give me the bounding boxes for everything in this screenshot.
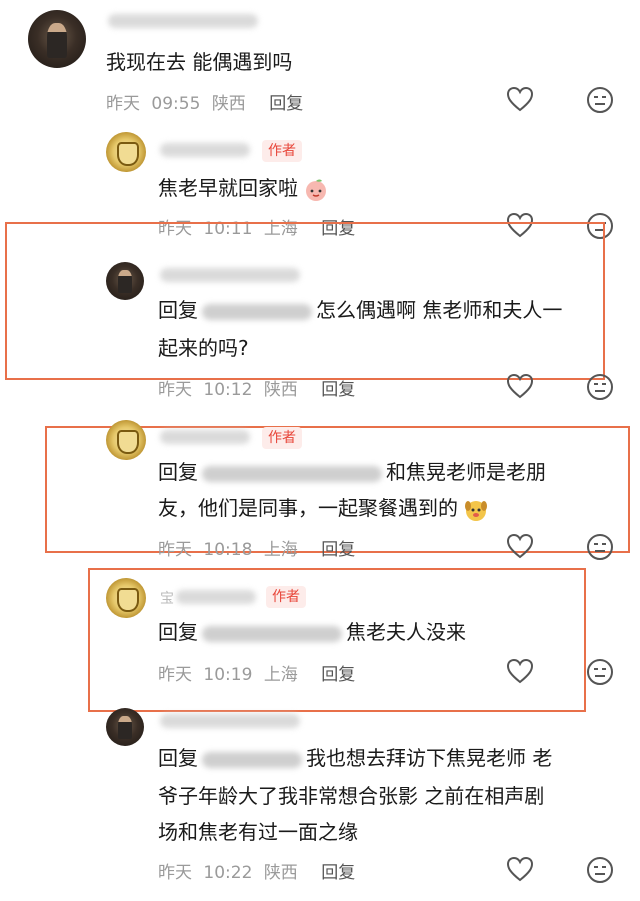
comment-text-content: 我也想去拜访下焦晃老师 老 [306, 746, 553, 770]
reply-button[interactable]: 回复 [321, 863, 355, 883]
author-badge: 作者 [262, 427, 302, 449]
heart-outline-icon[interactable] [506, 86, 534, 112]
author-badge: 作者 [266, 586, 306, 608]
mention-redacted[interactable] [202, 625, 342, 642]
comment-date: 昨天 [106, 94, 140, 114]
reply-prefix: 回复 [158, 620, 198, 644]
comment-location: 上海 [263, 540, 298, 560]
comment-date: 昨天 [158, 540, 192, 560]
comment-text-content: 焦老夫人没来 [346, 620, 466, 644]
heart-outline-icon[interactable] [506, 856, 534, 882]
comment-meta: 昨天 09:55 陕西 回复 [106, 89, 309, 114]
comment-text: 回复 和焦晃老师是老朋 [158, 454, 546, 490]
heart-outline-icon[interactable] [506, 533, 534, 559]
comment-text: 焦老早就回家啦 [158, 170, 328, 206]
comment-location: 陕西 [263, 863, 298, 883]
username-redacted[interactable] [160, 430, 250, 444]
comment-meta: 昨天 10:12 陕西 回复 [158, 375, 361, 400]
heart-outline-icon[interactable] [506, 658, 534, 684]
reply-button[interactable]: 回复 [321, 540, 355, 560]
comment-text-line2: 友，他们是同事，一起聚餐遇到的 [158, 490, 488, 526]
neutral-face-icon[interactable] [586, 658, 614, 686]
puppy-face-emoji [465, 500, 488, 521]
reply-prefix: 回复 [158, 746, 198, 770]
author-avatar[interactable] [106, 132, 146, 172]
comment-location: 陕西 [211, 94, 246, 114]
comment-text-content: 和焦晃老师是老朋 [386, 460, 546, 484]
comment-text: 回复 焦老夫人没来 [158, 614, 466, 650]
comment-time: 10:22 [203, 863, 253, 883]
username-redacted[interactable] [160, 268, 300, 282]
reply-button[interactable]: 回复 [321, 665, 355, 685]
comment-text: 回复 怎么偶遇啊 焦老师和夫人一 [158, 292, 562, 328]
comment-text-line2: 起来的吗? [158, 336, 249, 360]
reply-button[interactable]: 回复 [269, 94, 303, 114]
reply-button[interactable]: 回复 [321, 380, 355, 400]
comment-text-content: 怎么偶遇啊 焦老师和夫人一 [316, 298, 563, 322]
comment-time: 09:55 [151, 94, 201, 114]
comment-location: 陕西 [263, 380, 298, 400]
username-redacted[interactable] [108, 14, 258, 28]
author-avatar[interactable] [106, 578, 146, 618]
comment-text: 我现在去 能偶遇到吗 [106, 50, 293, 74]
comment-text: 回复 我也想去拜访下焦晃老师 老 [158, 740, 552, 776]
comment-time: 10:18 [203, 540, 253, 560]
comment-date: 昨天 [158, 380, 192, 400]
comment-text-content: 友，他们是同事，一起聚餐遇到的 [158, 496, 458, 520]
avatar[interactable] [106, 262, 144, 300]
mention-redacted[interactable] [202, 303, 312, 320]
comment-text-content: 焦老早就回家啦 [158, 176, 298, 200]
neutral-face-icon[interactable] [586, 856, 614, 884]
username-visible-char[interactable]: 宝 [160, 588, 174, 608]
neutral-face-icon[interactable] [586, 86, 614, 114]
username-redacted[interactable] [160, 714, 300, 728]
comment-meta: 昨天 10:22 陕西 回复 [158, 858, 361, 883]
comment-date: 昨天 [158, 863, 192, 883]
comment-location: 上海 [263, 665, 298, 685]
comment-time: 10:19 [203, 665, 253, 685]
reply-prefix: 回复 [158, 298, 198, 322]
comment-meta: 昨天 10:18 上海 回复 [158, 535, 361, 560]
peach-blush-emoji [306, 179, 327, 201]
reply-prefix: 回复 [158, 460, 198, 484]
author-avatar[interactable] [106, 420, 146, 460]
neutral-face-icon[interactable] [586, 373, 614, 401]
mention-redacted[interactable] [202, 465, 382, 482]
comment-meta: 昨天 10:19 上海 回复 [158, 660, 361, 685]
username-redacted[interactable] [176, 590, 256, 604]
comment-date: 昨天 [158, 665, 192, 685]
comment-time: 10:12 [203, 380, 253, 400]
comment-text-line3: 场和焦老有过一面之缘 [158, 820, 358, 844]
username-redacted[interactable] [160, 143, 250, 157]
neutral-face-icon[interactable] [586, 533, 614, 561]
avatar[interactable] [106, 708, 144, 746]
mention-redacted[interactable] [202, 751, 302, 768]
author-badge: 作者 [262, 140, 302, 162]
comment-text-line2: 爷子年龄大了我非常想合张影 之前在相声剧 [158, 784, 545, 808]
heart-outline-icon[interactable] [506, 373, 534, 399]
avatar[interactable] [28, 10, 86, 68]
